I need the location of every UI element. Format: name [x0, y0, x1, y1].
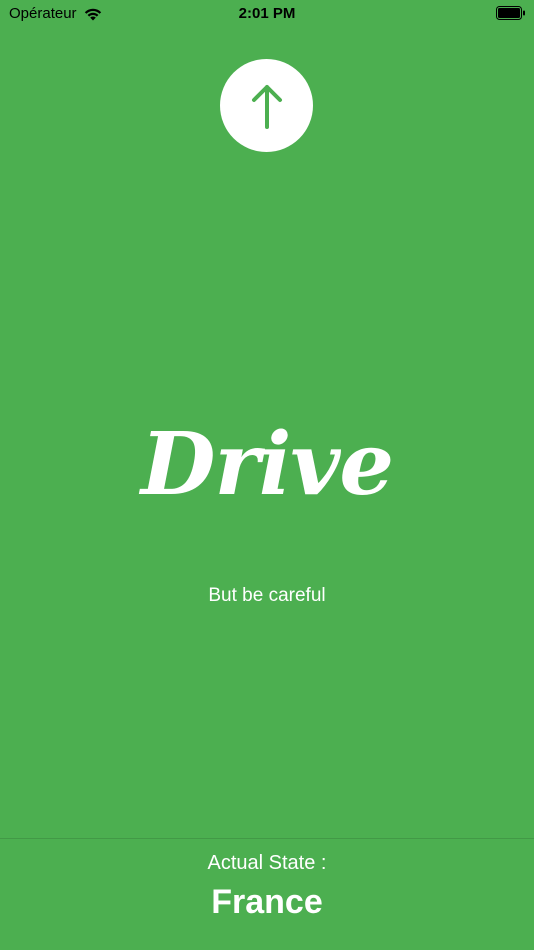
state-value: France — [211, 883, 323, 921]
battery-icon — [496, 6, 525, 20]
arrow-up-icon — [251, 84, 282, 129]
drive-title: Drive — [140, 414, 394, 515]
state-label: Actual State : — [207, 852, 327, 874]
subtitle-text: But be careful — [208, 585, 326, 606]
state-footer: Actual State : France — [0, 838, 534, 950]
status-time: 2:01 PM — [238, 5, 296, 22]
up-arrow-button[interactable] — [220, 59, 313, 152]
status-bar: Opérateur 2:01 PM — [0, 0, 534, 28]
